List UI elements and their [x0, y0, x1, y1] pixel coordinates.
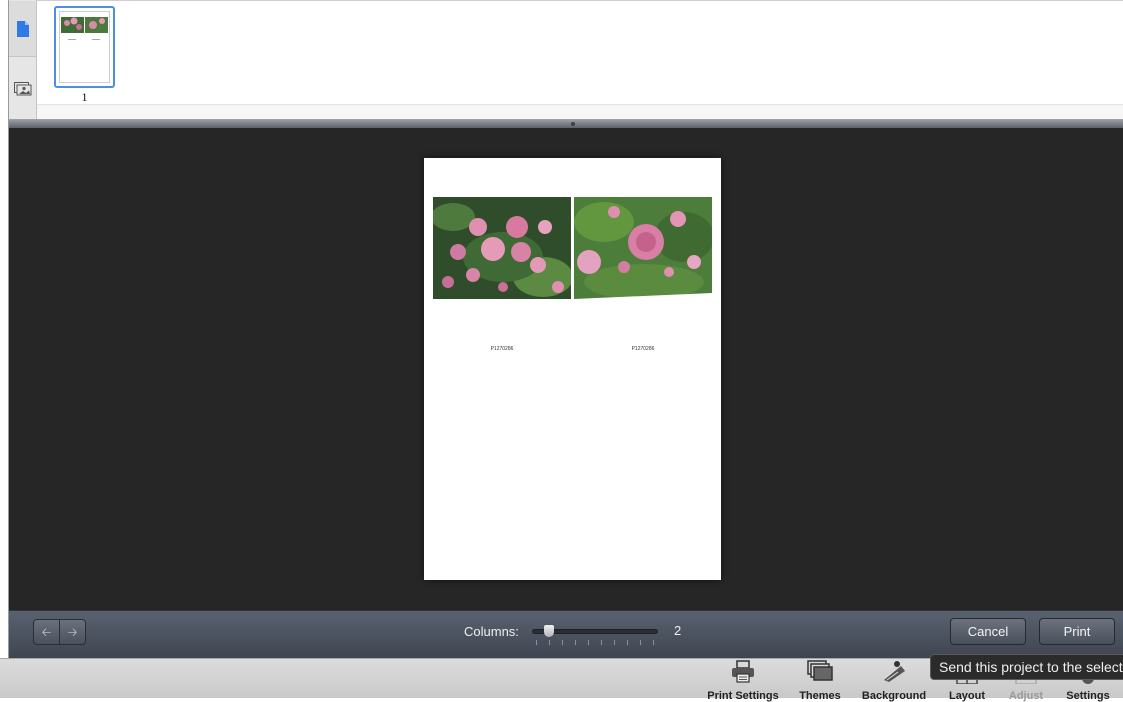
- slider-tick: [640, 640, 641, 645]
- rose-photo-1: [433, 197, 571, 299]
- settings-label: Settings: [1066, 690, 1110, 702]
- slider-tick: [653, 640, 654, 645]
- background-icon: [884, 661, 905, 682]
- cancel-button[interactable]: Cancel: [950, 618, 1026, 645]
- themes-icon: [807, 660, 833, 681]
- photo-slot-1[interactable]: [433, 197, 571, 299]
- slider-tick: [627, 640, 628, 645]
- printer-icon: [732, 660, 754, 683]
- layout-label: Layout: [948, 690, 986, 702]
- page-icon: [17, 21, 29, 37]
- arrow-right-icon: 🡢: [67, 625, 78, 639]
- browser-footer: [37, 104, 1123, 120]
- next-page-button[interactable]: 🡢: [60, 620, 85, 644]
- project-browser: [9, 0, 1123, 120]
- thumbnail-page: [59, 11, 110, 83]
- splitter-handle[interactable]: [571, 122, 575, 126]
- print-page: P1270286 P1270286: [424, 158, 721, 580]
- columns-slider-thumb[interactable]: [544, 625, 554, 637]
- arrow-left-icon: 🡠: [41, 625, 52, 639]
- print-tooltip: Send this project to the selecte: [930, 654, 1123, 680]
- previous-page-button[interactable]: 🡠: [34, 620, 60, 644]
- slider-tick: [588, 640, 589, 645]
- slider-tick: [536, 640, 537, 645]
- rose-photo-2: [574, 197, 712, 299]
- photo-slot-2[interactable]: [574, 197, 712, 299]
- themes-label: Themes: [799, 690, 841, 702]
- thumbnail-preview: [61, 17, 108, 40]
- columns-label: Columns:: [464, 624, 519, 639]
- slider-tick: [575, 640, 576, 645]
- tab-photos[interactable]: [9, 57, 36, 119]
- print-button[interactable]: Print: [1039, 618, 1115, 645]
- photos-icon: [14, 82, 32, 96]
- adjust-label: Adjust: [1008, 690, 1044, 702]
- slider-tick: [562, 640, 563, 645]
- photo-caption-1: P1270286: [490, 346, 514, 352]
- slider-tick: [601, 640, 602, 645]
- page-nav-group: 🡠 🡢: [33, 619, 86, 645]
- slider-tick: [549, 640, 550, 645]
- window-left-edge: [0, 0, 9, 698]
- tab-pages[interactable]: [9, 1, 36, 57]
- pane-splitter[interactable]: [9, 119, 1123, 128]
- photo-caption-2: P1270286: [631, 346, 655, 352]
- background-label: Background: [861, 690, 927, 702]
- thumbnail-label: 1: [81, 90, 88, 104]
- page-thumbnail[interactable]: [54, 6, 115, 88]
- columns-value: 2: [674, 623, 682, 638]
- slider-tick: [614, 640, 615, 645]
- print-settings-label: Print Settings: [707, 690, 779, 702]
